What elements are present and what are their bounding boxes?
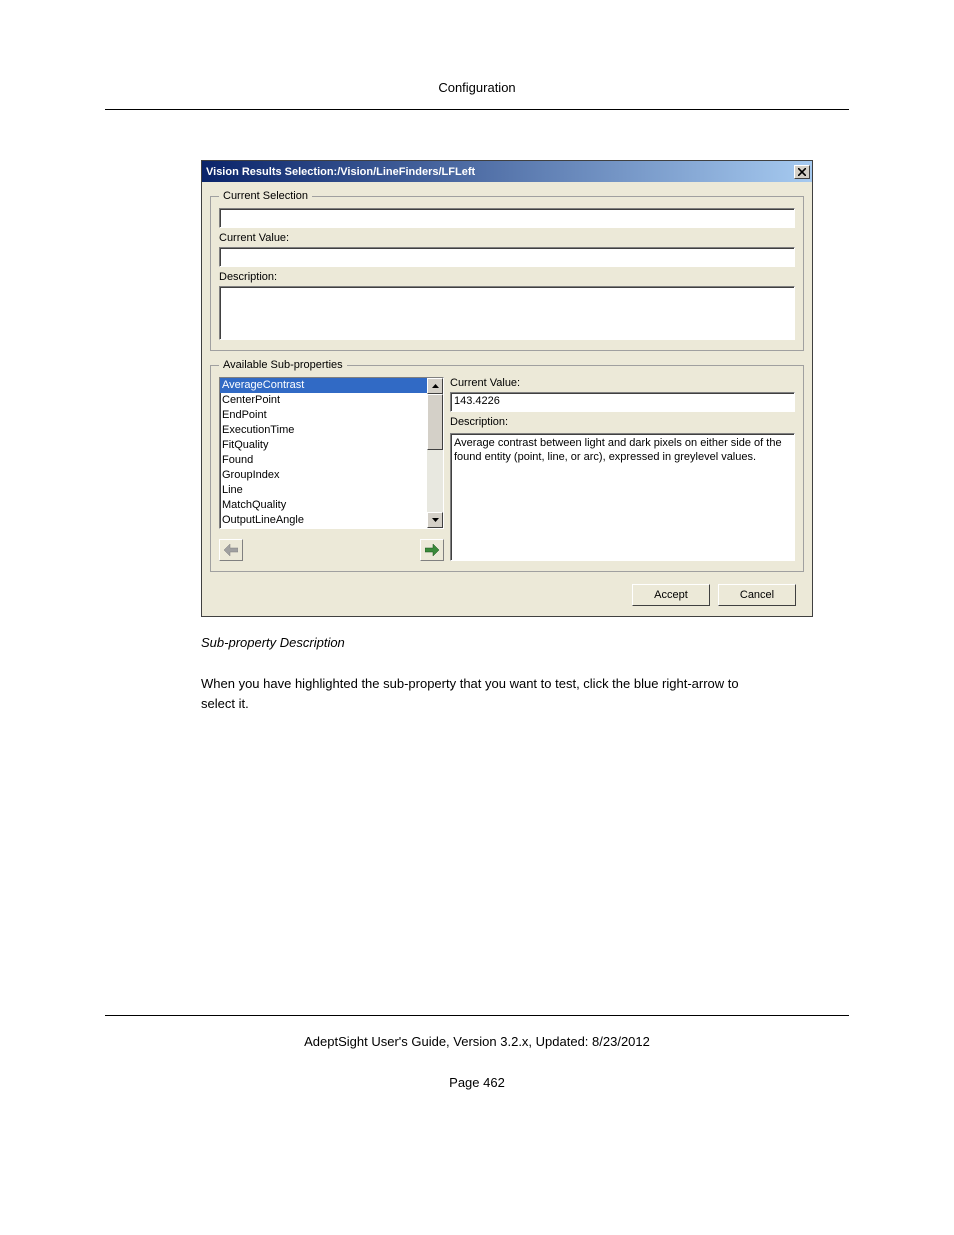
sub-properties-row: AverageContrast CenterPoint EndPoint Exe… bbox=[219, 377, 795, 561]
arrow-left-button[interactable] bbox=[219, 539, 243, 561]
description-label: Description: bbox=[219, 271, 795, 283]
page-header-title: Configuration bbox=[105, 80, 849, 95]
scroll-thumb[interactable] bbox=[427, 394, 443, 450]
list-item[interactable]: OutputLineAngle bbox=[220, 513, 427, 528]
scrollbar[interactable] bbox=[427, 378, 443, 528]
arrow-right-icon bbox=[425, 544, 439, 556]
list-item[interactable]: AverageContrast bbox=[220, 378, 427, 393]
close-icon bbox=[798, 168, 806, 176]
sub-description-field: Average contrast between light and dark … bbox=[450, 433, 795, 561]
chevron-up-icon bbox=[432, 384, 439, 388]
current-selection-group: Current Selection Current Value: Descrip… bbox=[210, 190, 804, 351]
list-item[interactable]: MatchQuality bbox=[220, 498, 427, 513]
current-value-field bbox=[219, 247, 795, 267]
sub-current-value-field: 143.4226 bbox=[450, 392, 795, 412]
dialog-body: Current Selection Current Value: Descrip… bbox=[202, 182, 812, 616]
scroll-up-button[interactable] bbox=[427, 378, 443, 394]
cancel-button[interactable]: Cancel bbox=[718, 584, 796, 606]
current-selection-legend: Current Selection bbox=[219, 190, 312, 202]
accept-button[interactable]: Accept bbox=[632, 584, 710, 606]
current-selection-field bbox=[219, 208, 795, 228]
window-title: Vision Results Selection:/Vision/LineFin… bbox=[206, 166, 794, 178]
sub-properties-group: Available Sub-properties AverageContrast… bbox=[210, 359, 804, 572]
arrow-left-icon bbox=[224, 544, 238, 556]
list-item[interactable]: Line bbox=[220, 483, 427, 498]
arrow-row bbox=[219, 539, 444, 561]
page: Configuration Vision Results Selection:/… bbox=[0, 0, 954, 1150]
sub-current-value-label: Current Value: bbox=[450, 377, 795, 389]
list-item[interactable]: FitQuality bbox=[220, 438, 427, 453]
arrow-right-button[interactable] bbox=[420, 539, 444, 561]
page-number: Page 462 bbox=[105, 1075, 849, 1090]
sub-properties-left: AverageContrast CenterPoint EndPoint Exe… bbox=[219, 377, 444, 561]
list-item[interactable]: GroupIndex bbox=[220, 468, 427, 483]
sub-properties-legend: Available Sub-properties bbox=[219, 359, 347, 371]
scroll-down-button[interactable] bbox=[427, 512, 443, 528]
header-rule bbox=[105, 109, 849, 110]
body-paragraph: When you have highlighted the sub-proper… bbox=[201, 674, 761, 714]
list-item[interactable]: ExecutionTime bbox=[220, 423, 427, 438]
footer-line: AdeptSight User's Guide, Version 3.2.x, … bbox=[105, 1034, 849, 1049]
dialog-button-row: Accept Cancel bbox=[210, 580, 804, 606]
sub-description-label: Description: bbox=[450, 416, 795, 428]
sub-properties-right: Current Value: 143.4226 Description: Ave… bbox=[450, 377, 795, 561]
description-field bbox=[219, 286, 795, 340]
scroll-track[interactable] bbox=[427, 450, 443, 512]
chevron-down-icon bbox=[432, 518, 439, 522]
dialog-window: Vision Results Selection:/Vision/LineFin… bbox=[201, 160, 813, 617]
list-inner: AverageContrast CenterPoint EndPoint Exe… bbox=[220, 378, 427, 528]
content-area: Vision Results Selection:/Vision/LineFin… bbox=[105, 160, 849, 1015]
footer: AdeptSight User's Guide, Version 3.2.x, … bbox=[105, 1015, 849, 1090]
list-item[interactable]: EndPoint bbox=[220, 408, 427, 423]
list-item[interactable]: CenterPoint bbox=[220, 393, 427, 408]
list-item[interactable]: Found bbox=[220, 453, 427, 468]
titlebar: Vision Results Selection:/Vision/LineFin… bbox=[202, 161, 812, 182]
figure-caption: Sub-property Description bbox=[201, 635, 849, 650]
current-value-label: Current Value: bbox=[219, 232, 795, 244]
sub-properties-listbox[interactable]: AverageContrast CenterPoint EndPoint Exe… bbox=[219, 377, 444, 529]
close-button[interactable] bbox=[794, 165, 810, 179]
